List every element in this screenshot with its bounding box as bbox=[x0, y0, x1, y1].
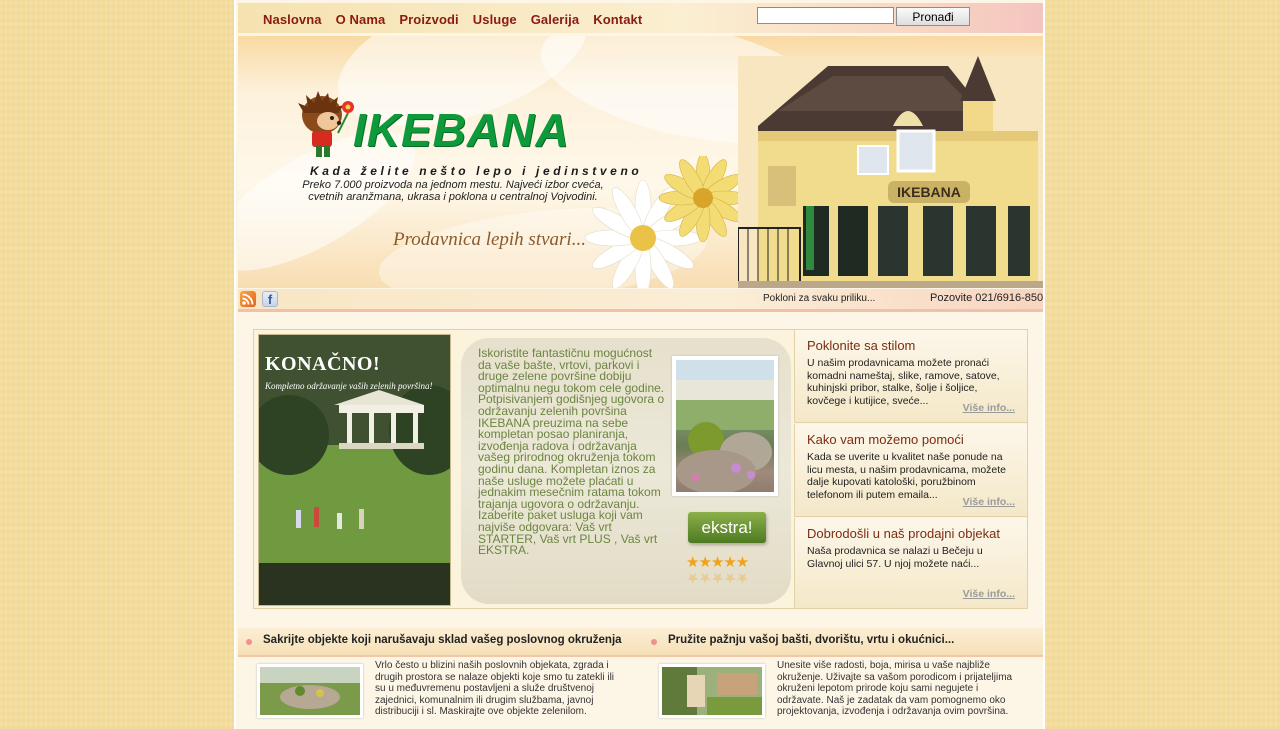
bottom-text-right: Unesite više radosti, boja, mirisa u vaš… bbox=[777, 660, 1013, 718]
page-container: Naslovna O Nama Proizvodi Usluge Galerij… bbox=[234, 0, 1045, 729]
bottom-thumb-right[interactable] bbox=[659, 664, 765, 718]
more-info-link[interactable]: Više info... bbox=[963, 402, 1015, 414]
bottom-thumb-left[interactable] bbox=[257, 664, 363, 718]
phone-text: Pozovite 021/6916-850 bbox=[930, 292, 1044, 304]
rss-glyph-icon bbox=[242, 293, 254, 305]
bottom-text-left: Vrlo često u blizini naših poslovnih obj… bbox=[375, 660, 615, 718]
promo-panel: Iskoristite fantastičnu mogućnost da vaš… bbox=[461, 338, 791, 604]
main-content: KONAČNO! Kompletno održavanje vaših zele… bbox=[253, 329, 1028, 609]
promo-text: Iskoristite fantastičnu mogućnost da vaš… bbox=[478, 346, 665, 558]
nav-galerija[interactable]: Galerija bbox=[531, 12, 580, 27]
top-navigation: Naslovna O Nama Proizvodi Usluge Galerij… bbox=[238, 3, 1043, 33]
shop-building-image: IKEBANA bbox=[738, 56, 1043, 288]
building-sign: IKEBANA bbox=[897, 184, 961, 200]
side-item-pomoc: Kako vam možemo pomoći Kada se uverite u… bbox=[794, 424, 1027, 517]
side-item-title: Dobrodošli u naš prodajni objekat bbox=[807, 526, 1000, 541]
nav-kontakt[interactable]: Kontakt bbox=[593, 12, 642, 27]
more-info-link[interactable]: Više info... bbox=[963, 588, 1015, 600]
logo-text: IKEBANA bbox=[353, 104, 570, 156]
bottom-section-header: Sakrijte objekte koji narušavaju sklad v… bbox=[238, 628, 1043, 657]
banner-description: Preko 7.000 proizvoda na jednom mestu. N… bbox=[302, 179, 604, 203]
bullet-icon bbox=[246, 639, 252, 645]
bullet-icon bbox=[651, 639, 657, 645]
main-menu: Naslovna O Nama Proizvodi Usluge Galerij… bbox=[263, 12, 656, 27]
side-item-title: Poklonite sa stilom bbox=[807, 338, 916, 353]
hedgehog-mascot-icon bbox=[298, 91, 354, 157]
nav-usluge[interactable]: Usluge bbox=[473, 12, 517, 27]
backyard-thumbnail-image bbox=[662, 667, 762, 715]
side-item-dobrodosli: Dobrodošli u naš prodajni objekat Naša p… bbox=[794, 518, 1027, 608]
side-item-body: Naša prodavnica se nalazi u Bečeju u Gla… bbox=[807, 545, 983, 570]
side-item-title: Kako vam možemo pomoći bbox=[807, 432, 964, 447]
rss-icon[interactable] bbox=[240, 291, 256, 307]
nav-proizvodi[interactable]: Proizvodi bbox=[399, 12, 458, 27]
gift-text: Pokloni za svaku priliku... bbox=[763, 293, 876, 304]
facebook-icon[interactable]: f bbox=[262, 291, 278, 307]
side-item-body: Kada se uverite u kvalitet naše ponude n… bbox=[807, 451, 1007, 501]
ekstra-badge[interactable]: ekstra! bbox=[688, 512, 766, 543]
side-item-body: U našim prodavnicama možete pronaći koma… bbox=[807, 357, 1000, 407]
ikebana-logo[interactable]: IKEBANA bbox=[298, 91, 569, 166]
nav-o-nama[interactable]: O Nama bbox=[336, 12, 386, 27]
info-bar: f Pokloni za svaku priliku... Pozovite 0… bbox=[238, 289, 1043, 312]
daisy-flowers-image bbox=[584, 156, 748, 288]
garden-rockery-image bbox=[676, 360, 774, 492]
bottom-heading-right[interactable]: Pružite pažnju vašoj bašti, dvorištu, vr… bbox=[668, 634, 954, 646]
search-input[interactable] bbox=[757, 7, 894, 24]
shop-slogan: Prodavnica lepih stvari... bbox=[393, 229, 586, 250]
nav-naslovna[interactable]: Naslovna bbox=[263, 12, 322, 27]
rating-stars: ★★★★★ bbox=[686, 554, 749, 571]
rating-stars-reflection: ★★★★★ bbox=[686, 569, 749, 586]
poster-title: KONAČNO! bbox=[265, 353, 381, 375]
rockery-thumbnail-image bbox=[260, 667, 360, 715]
side-item-poklonite: Poklonite sa stilom U našim prodavnicama… bbox=[794, 330, 1027, 423]
more-info-link[interactable]: Više info... bbox=[963, 496, 1015, 508]
header-banner: IKEBANA Kada želite nešto lepo i jedinst… bbox=[238, 36, 1043, 288]
promo-poster[interactable]: KONAČNO! Kompletno održavanje vaših zele… bbox=[258, 334, 451, 606]
garden-photo[interactable] bbox=[672, 356, 778, 496]
bottom-heading-left[interactable]: Sakrijte objekte koji narušavaju sklad v… bbox=[263, 634, 622, 646]
poster-subtitle: Kompletno održavanje vaših zelenih površ… bbox=[265, 381, 433, 391]
search-button[interactable]: Pronađi bbox=[896, 7, 970, 26]
